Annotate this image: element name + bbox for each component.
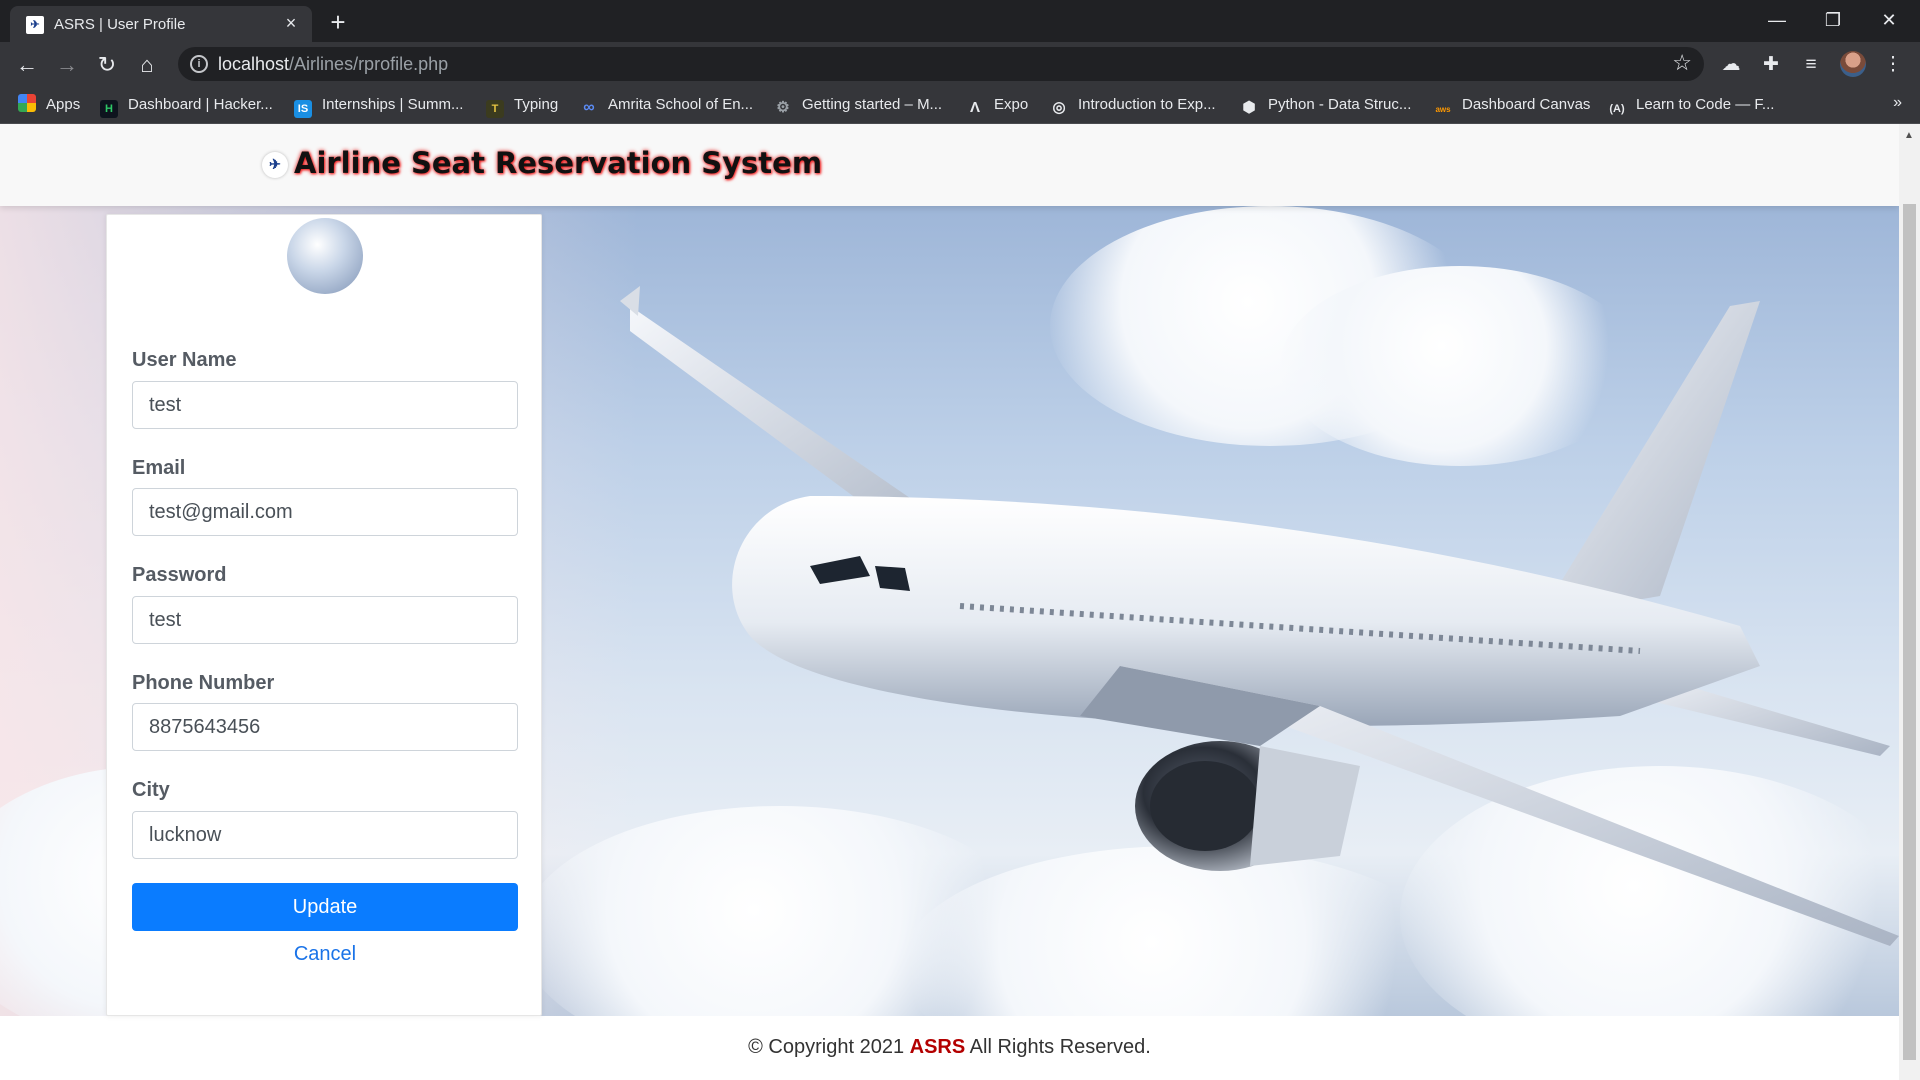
- bookmark-label: Expo: [994, 96, 1029, 113]
- restore-icon[interactable]: ❐: [1810, 4, 1856, 36]
- site-header: ✈ Airline Seat Reservation System: [0, 124, 1899, 206]
- close-window-icon[interactable]: ✕: [1866, 4, 1912, 36]
- tab-title: ASRS | User Profile: [54, 16, 186, 33]
- close-tab-icon[interactable]: ×: [280, 12, 302, 34]
- bookmark-typing[interactable]: T Typing: [486, 94, 559, 118]
- phone-number-input[interactable]: [132, 703, 518, 751]
- bookmark-apps[interactable]: Apps: [18, 94, 80, 116]
- address-bar[interactable]: i localhost/Airlines/rprofile.php ☆: [178, 47, 1704, 81]
- city-input[interactable]: [132, 811, 518, 859]
- aws-icon: aws: [1435, 105, 1451, 114]
- freecodecamp-icon: (A): [1609, 103, 1625, 115]
- media-queue-icon[interactable]: ≡: [1798, 52, 1824, 78]
- footer-brand: ASRS: [909, 1036, 966, 1058]
- phone-number-label: Phone Number: [132, 672, 275, 694]
- rights-text: All Rights Reserved.: [969, 1036, 1151, 1058]
- update-button[interactable]: Update: [132, 883, 518, 931]
- bookmark-label: Dashboard Canvas: [1462, 96, 1591, 113]
- globe-icon: ◎: [1052, 99, 1066, 116]
- scrollbar-thumb[interactable]: [1903, 204, 1916, 1060]
- expo-icon: Λ: [969, 99, 980, 116]
- forward-icon[interactable]: →: [52, 50, 82, 80]
- bookmark-label: Internships | Summ...: [322, 96, 464, 113]
- bookmark-freecodecamp[interactable]: (A) Learn to Code — F...: [1608, 94, 1774, 116]
- apps-grid-icon: [18, 94, 36, 112]
- bookmark-amrita[interactable]: ∞ Amrita School of En...: [580, 94, 753, 116]
- browser-tab[interactable]: ✈ ASRS | User Profile ×: [10, 6, 312, 42]
- bookmark-label: Typing: [514, 96, 559, 113]
- bookmark-label: Amrita School of En...: [608, 96, 754, 113]
- password-input[interactable]: [132, 596, 518, 644]
- bookmark-label: Getting started – M...: [802, 96, 943, 113]
- bookmark-label: Python - Data Struc...: [1268, 96, 1412, 113]
- site-title: Airline Seat Reservation System: [294, 146, 823, 180]
- bookmark-python[interactable]: ⬢ Python - Data Struc...: [1240, 94, 1411, 116]
- new-tab-icon[interactable]: +: [324, 8, 352, 36]
- bookmarks-bar: Apps H Dashboard | Hacker... IS Internship…: [0, 86, 1920, 124]
- info-icon[interactable]: i: [190, 55, 208, 73]
- airplane-logo-icon: ✈: [262, 152, 288, 178]
- email-input[interactable]: [132, 488, 518, 536]
- bookmark-expo[interactable]: Λ Expo: [966, 94, 1028, 116]
- bookmark-dashboard-canvas[interactable]: aws Dashboard Canvas: [1434, 94, 1590, 116]
- extensions-puzzle-icon[interactable]: ✚: [1758, 52, 1784, 78]
- reload-icon[interactable]: ↻: [92, 50, 122, 80]
- airplane-favicon-icon: ✈: [26, 16, 44, 34]
- back-icon[interactable]: ←: [12, 50, 42, 80]
- bookmark-hackerrank[interactable]: H Dashboard | Hacker...: [100, 94, 273, 118]
- url-host: localhost: [218, 54, 290, 74]
- site-footer: © Copyright 2021 ASRS All Rights Reserve…: [0, 1016, 1899, 1080]
- scroll-up-arrow-icon[interactable]: ▲: [1904, 130, 1914, 141]
- username-label: User Name: [132, 349, 237, 371]
- profile-avatar[interactable]: [1840, 51, 1866, 77]
- bookmark-star-icon[interactable]: ☆: [1672, 50, 1692, 76]
- page-viewport: ✈ Airline Seat Reservation System User N…: [0, 124, 1899, 1080]
- cancel-link[interactable]: Cancel: [107, 943, 543, 966]
- city-label: City: [132, 779, 170, 801]
- minimize-icon[interactable]: —: [1754, 4, 1800, 36]
- bookmark-label: Dashboard | Hacker...: [128, 96, 273, 113]
- tab-strip: ✈ ASRS | User Profile × + — ❐ ✕: [0, 0, 1920, 42]
- url-text[interactable]: localhost/Airlines/rprofile.php: [218, 54, 448, 75]
- hackerrank-icon: H: [100, 100, 118, 118]
- typing-icon: T: [486, 100, 504, 118]
- page-scrollbar[interactable]: ▲: [1899, 124, 1920, 1080]
- python-icon: ⬢: [1242, 99, 1256, 116]
- bookmark-internshala[interactable]: IS Internships | Summ...: [294, 94, 464, 118]
- airplane-illustration: [620, 286, 1899, 946]
- infinity-icon: ∞: [583, 99, 595, 116]
- bookmark-label: Apps: [46, 96, 81, 113]
- profile-avatar-image: [287, 218, 363, 294]
- bookmark-introduction[interactable]: ◎ Introduction to Exp...: [1050, 94, 1216, 116]
- extension-cloud-icon[interactable]: ☁: [1718, 52, 1744, 78]
- bookmark-getting-started[interactable]: ⚙ Getting started – M...: [774, 94, 942, 116]
- bookmark-label: Introduction to Exp...: [1078, 96, 1216, 113]
- copyright-text: © Copyright 2021: [748, 1036, 905, 1058]
- bookmark-label: Learn to Code — F...: [1636, 96, 1775, 113]
- email-label: Email: [132, 457, 186, 479]
- username-input[interactable]: [132, 381, 518, 429]
- password-label: Password: [132, 564, 227, 586]
- more-bookmarks-chevron-icon[interactable]: »: [1893, 94, 1902, 112]
- browser-toolbar: ← → ↻ ⌂ i localhost/Airlines/rprofile.ph…: [0, 42, 1920, 86]
- internshala-icon: IS: [294, 100, 312, 118]
- url-path: /Airlines/rprofile.php: [289, 54, 449, 74]
- home-icon[interactable]: ⌂: [132, 50, 162, 80]
- profile-form-card: User Name Email Password Phone Number Ci…: [106, 214, 542, 1016]
- gear-icon: ⚙: [776, 99, 790, 116]
- menu-kebab-icon[interactable]: ⋮: [1880, 52, 1906, 78]
